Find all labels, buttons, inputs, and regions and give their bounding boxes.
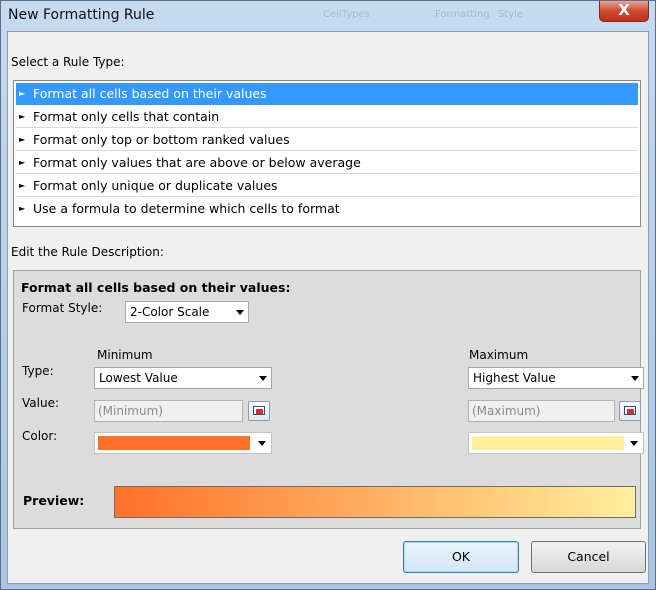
- ok-button[interactable]: OK: [403, 541, 519, 573]
- arrow-icon: ►: [19, 112, 26, 121]
- rule-type-label: Format only values that are above or bel…: [33, 155, 361, 170]
- minimum-value-placeholder: (Minimum): [98, 404, 163, 418]
- rule-type-item-all-cells[interactable]: ► Format all cells based on their values: [16, 83, 638, 105]
- background-text: Style: [498, 9, 524, 20]
- rule-type-item-cells-contain[interactable]: ► Format only cells that contain: [16, 106, 638, 128]
- maximum-value-input[interactable]: (Maximum): [468, 400, 615, 422]
- preview-label: Preview:: [23, 493, 85, 508]
- dialog-body: Select a Rule Type: ► Format all cells b…: [7, 31, 649, 584]
- rule-type-heading: Select a Rule Type:: [11, 55, 125, 69]
- rule-type-label: Use a formula to determine which cells t…: [33, 201, 340, 216]
- maximum-type-value: Highest Value: [473, 371, 556, 385]
- maximum-color-swatch: [472, 436, 624, 450]
- minimum-color-picker[interactable]: [94, 432, 272, 454]
- maximum-header: Maximum: [469, 348, 529, 362]
- minimum-range-select-button[interactable]: [248, 401, 270, 421]
- arrow-icon: ►: [19, 135, 26, 144]
- rule-type-item-above-below-average[interactable]: ► Format only values that are above or b…: [16, 152, 638, 174]
- color-label: Color:: [22, 429, 58, 443]
- arrow-icon: ►: [19, 89, 26, 98]
- rule-type-label: Format only unique or duplicate values: [33, 178, 278, 193]
- format-style-value: 2-Color Scale: [130, 305, 210, 319]
- maximum-value-placeholder: (Maximum): [472, 404, 541, 418]
- preview-gradient-bar: [114, 486, 636, 518]
- minimum-color-swatch: [98, 436, 250, 450]
- close-icon: X: [618, 1, 630, 19]
- minimum-type-dropdown[interactable]: Lowest Value: [94, 367, 272, 389]
- rule-description-heading: Edit the Rule Description:: [11, 245, 164, 259]
- rule-type-item-unique-duplicate[interactable]: ► Format only unique or duplicate values: [16, 175, 638, 197]
- minimum-type-value: Lowest Value: [99, 371, 178, 385]
- rule-type-list: ► Format all cells based on their values…: [13, 80, 641, 227]
- type-label: Type:: [22, 364, 54, 378]
- cancel-button[interactable]: Cancel: [531, 541, 646, 573]
- rule-type-item-formula[interactable]: ► Use a formula to determine which cells…: [16, 198, 638, 220]
- rule-type-item-top-bottom[interactable]: ► Format only top or bottom ranked value…: [16, 129, 638, 151]
- value-label: Value:: [22, 396, 59, 410]
- maximum-range-select-button[interactable]: [619, 401, 641, 421]
- arrow-icon: ►: [19, 181, 26, 190]
- minimum-header: Minimum: [97, 348, 153, 362]
- rule-type-label: Format only cells that contain: [33, 109, 220, 124]
- maximum-color-picker[interactable]: [468, 432, 644, 454]
- chevron-down-icon: [236, 310, 244, 315]
- new-formatting-rule-dialog: New Formatting Rule CellTypes Formatting…: [0, 0, 656, 590]
- arrow-icon: ►: [19, 158, 26, 167]
- format-style-label: Format Style:: [22, 301, 103, 315]
- background-text: CellTypes: [323, 9, 370, 20]
- maximum-type-dropdown[interactable]: Highest Value: [468, 367, 644, 389]
- minimum-value-input[interactable]: (Minimum): [94, 400, 243, 422]
- title-bar[interactable]: New Formatting Rule CellTypes Formatting…: [1, 1, 655, 31]
- chevron-down-icon: [259, 376, 267, 381]
- window-title: New Formatting Rule: [8, 7, 155, 23]
- chevron-down-icon: [630, 441, 638, 446]
- rule-description-panel: Format all cells based on their values: …: [13, 270, 644, 529]
- rule-type-label: Format all cells based on their values: [33, 86, 267, 101]
- chevron-down-icon: [631, 376, 639, 381]
- format-style-dropdown[interactable]: 2-Color Scale: [125, 301, 249, 323]
- chevron-down-icon: [258, 441, 266, 446]
- rule-type-label: Format only top or bottom ranked values: [33, 132, 290, 147]
- description-title: Format all cells based on their values:: [21, 280, 291, 295]
- close-button[interactable]: X: [599, 1, 649, 22]
- arrow-icon: ►: [19, 204, 26, 213]
- background-text: Formatting: [435, 9, 490, 20]
